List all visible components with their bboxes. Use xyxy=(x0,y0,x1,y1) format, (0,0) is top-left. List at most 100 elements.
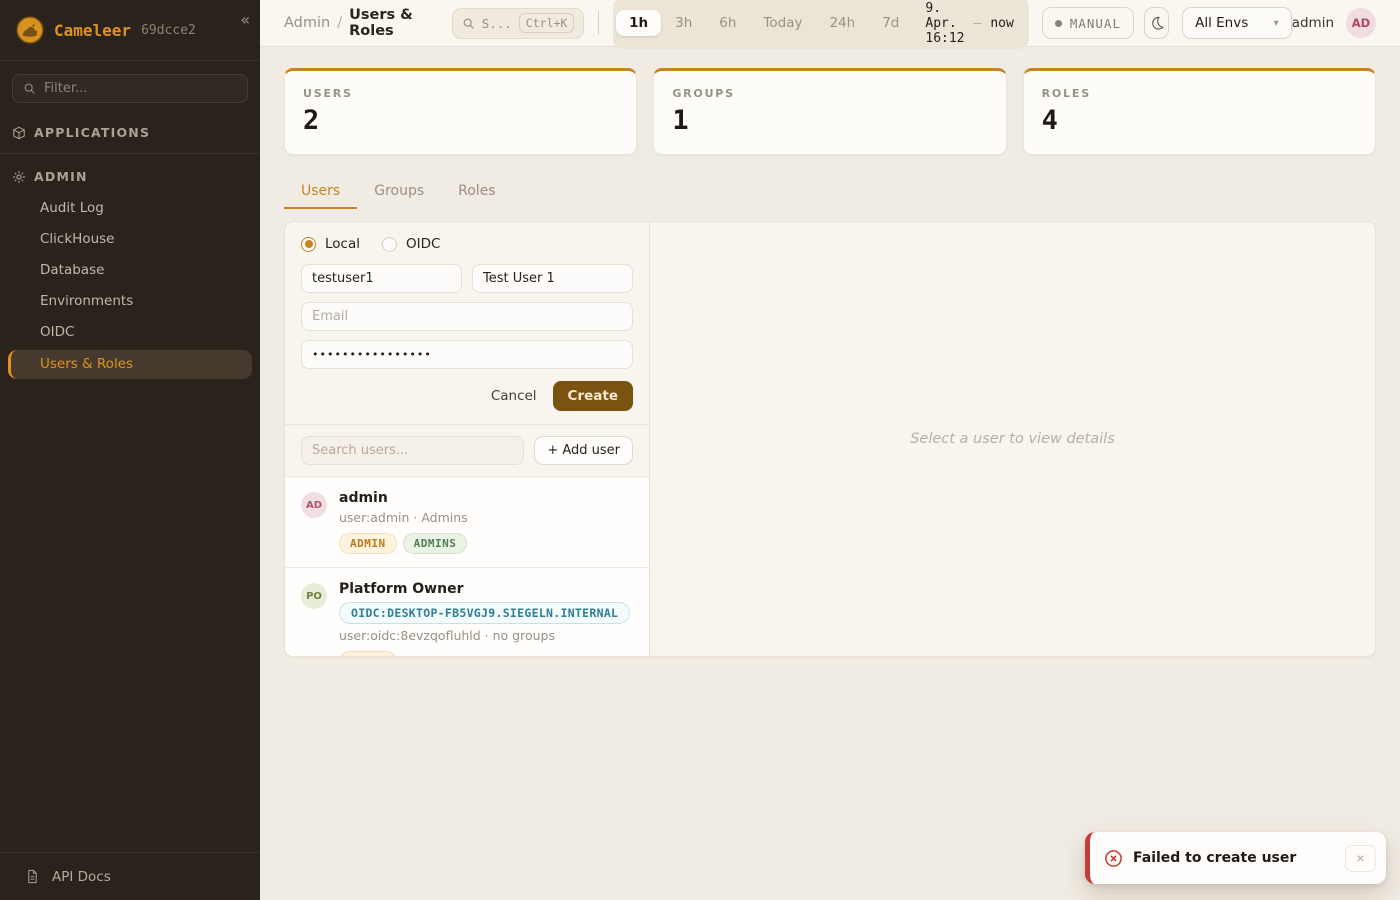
breadcrumb-current: Users & Roles xyxy=(349,7,434,39)
time-range-24h[interactable]: 24h xyxy=(816,10,868,36)
time-range-end: now xyxy=(990,16,1013,31)
tab-groups[interactable]: Groups xyxy=(357,175,441,209)
username-field[interactable] xyxy=(301,264,462,293)
sidebar-section-admin[interactable]: ADMIN xyxy=(0,160,260,193)
create-button[interactable]: Create xyxy=(553,381,633,411)
toast-close-button[interactable]: × xyxy=(1345,845,1376,872)
sidebar-divider xyxy=(0,153,260,154)
time-range-display[interactable]: 9. Apr. 16:12 — now xyxy=(913,1,1025,46)
time-range-6h[interactable]: 6h xyxy=(706,10,749,36)
error-toast: Failed to create user × xyxy=(1085,832,1386,884)
stat-label: GROUPS xyxy=(672,87,987,100)
global-search[interactable]: S... Ctrl+K xyxy=(452,8,585,39)
stat-value: 2 xyxy=(303,105,618,136)
toast-message: Failed to create user xyxy=(1133,850,1296,866)
refresh-mode-label: MANUAL xyxy=(1070,16,1121,31)
user-name: Platform Owner xyxy=(339,581,630,597)
section-label: APPLICATIONS xyxy=(34,125,150,140)
topbar: Admin / Users & Roles S... Ctrl+K 1h 3h … xyxy=(260,0,1400,47)
avatar: PO xyxy=(301,583,327,609)
error-circle-x-icon xyxy=(1104,849,1123,868)
user-menu[interactable]: admin AD xyxy=(1292,8,1376,38)
sidebar-filter[interactable] xyxy=(12,74,248,103)
sidebar-filter-input[interactable] xyxy=(44,81,237,96)
search-icon xyxy=(23,82,36,95)
role-badge-admin: ADMIN xyxy=(339,651,397,657)
password-field[interactable] xyxy=(301,340,633,369)
cancel-button[interactable]: Cancel xyxy=(491,388,537,404)
api-docs-link[interactable]: API Docs xyxy=(0,852,260,900)
dark-mode-toggle[interactable] xyxy=(1144,7,1169,39)
time-range-start: 9. Apr. 16:12 xyxy=(925,1,964,46)
user-list: AD admin user:admin · Admins ADMIN ADMIN… xyxy=(285,476,649,657)
user-name: admin xyxy=(339,490,468,506)
radio-local-circle[interactable] xyxy=(301,237,316,252)
breadcrumb-parent[interactable]: Admin xyxy=(284,15,330,31)
user-meta: user:oidc:8evzqofluhld · no groups xyxy=(339,628,630,643)
radio-oidc-label: OIDC xyxy=(406,236,440,252)
stat-label: USERS xyxy=(303,87,618,100)
role-badge-admin: ADMIN xyxy=(339,533,397,554)
user-list-toolbar: + Add user xyxy=(285,424,649,476)
sidebar-item-users-roles[interactable]: Users & Roles xyxy=(8,350,252,379)
empty-state-text: Select a user to view details xyxy=(910,431,1115,447)
user-row-platform-owner[interactable]: PO Platform Owner OIDC:DESKTOP-FB5VGJ9.S… xyxy=(285,568,649,657)
sidebar-item-clickhouse[interactable]: ClickHouse xyxy=(0,225,260,254)
search-placeholder: S... xyxy=(482,16,512,31)
username-label: admin xyxy=(1292,15,1334,31)
sidebar: Cameleer 69dcce2 « APPLICATIONS ADMIN Au… xyxy=(0,0,260,900)
time-range-1h[interactable]: 1h xyxy=(616,10,661,36)
radio-oidc[interactable]: OIDC xyxy=(382,236,440,252)
stat-label: ROLES xyxy=(1042,87,1357,100)
avatar[interactable]: AD xyxy=(1346,8,1376,38)
logo-row: Cameleer 69dcce2 xyxy=(0,0,260,61)
radio-oidc-circle[interactable] xyxy=(382,237,397,252)
stat-card-roles: ROLES 4 xyxy=(1023,68,1376,155)
users-left-column: Local OIDC Cancel xyxy=(285,222,650,656)
search-shortcut: Ctrl+K xyxy=(519,13,575,33)
sidebar-item-audit-log[interactable]: Audit Log xyxy=(0,194,260,223)
environment-select[interactable]: All Envs ▾ xyxy=(1182,7,1292,39)
email-field[interactable] xyxy=(301,302,633,331)
tab-users[interactable]: Users xyxy=(284,175,357,209)
stat-value: 1 xyxy=(672,105,987,136)
tab-bar: Users Groups Roles xyxy=(284,175,1376,209)
group-badge-admins: ADMINS xyxy=(403,533,468,554)
stats-row: USERS 2 GROUPS 1 ROLES 4 xyxy=(284,68,1376,155)
add-user-button[interactable]: + Add user xyxy=(534,436,633,465)
environment-value: All Envs xyxy=(1195,15,1248,31)
sidebar-collapse-icon[interactable]: « xyxy=(240,12,250,28)
sidebar-section-applications[interactable]: APPLICATIONS xyxy=(0,116,260,149)
time-range-7d[interactable]: 7d xyxy=(869,10,912,36)
document-icon xyxy=(25,869,40,884)
refresh-mode-toggle[interactable]: MANUAL xyxy=(1042,7,1134,39)
time-range-dash: — xyxy=(974,16,982,31)
topbar-divider xyxy=(598,11,599,35)
users-panel: Local OIDC Cancel xyxy=(284,221,1376,657)
display-name-field[interactable] xyxy=(472,264,633,293)
sidebar-item-oidc[interactable]: OIDC xyxy=(0,318,260,347)
time-range-today[interactable]: Today xyxy=(750,10,815,36)
sidebar-item-environments[interactable]: Environments xyxy=(0,287,260,316)
user-row-admin[interactable]: AD admin user:admin · Admins ADMIN ADMIN… xyxy=(285,477,649,568)
api-docs-label: API Docs xyxy=(52,869,111,885)
time-range-3h[interactable]: 3h xyxy=(662,10,705,36)
create-user-form: Local OIDC Cancel xyxy=(285,222,649,424)
app-title: Cameleer xyxy=(54,21,131,40)
sidebar-item-database[interactable]: Database xyxy=(0,256,260,285)
chevron-down-icon: ▾ xyxy=(1274,18,1279,29)
radio-local[interactable]: Local xyxy=(301,236,360,252)
content-area: USERS 2 GROUPS 1 ROLES 4 Users Groups Ro… xyxy=(260,47,1400,900)
cameleer-logo-icon xyxy=(16,16,44,44)
time-range-group: 1h 3h 6h Today 24h 7d 9. Apr. 16:12 — no… xyxy=(613,0,1029,49)
stat-card-users: USERS 2 xyxy=(284,68,637,155)
avatar: AD xyxy=(301,492,327,518)
radio-local-label: Local xyxy=(325,236,360,252)
tab-roles[interactable]: Roles xyxy=(441,175,512,209)
search-users-input[interactable] xyxy=(301,436,524,465)
refresh-mode-dot xyxy=(1055,20,1062,27)
user-meta: user:admin · Admins xyxy=(339,510,468,525)
moon-icon xyxy=(1149,15,1165,31)
sidebar-admin-items: Audit Log ClickHouse Database Environmen… xyxy=(0,193,260,381)
package-icon xyxy=(12,126,26,140)
